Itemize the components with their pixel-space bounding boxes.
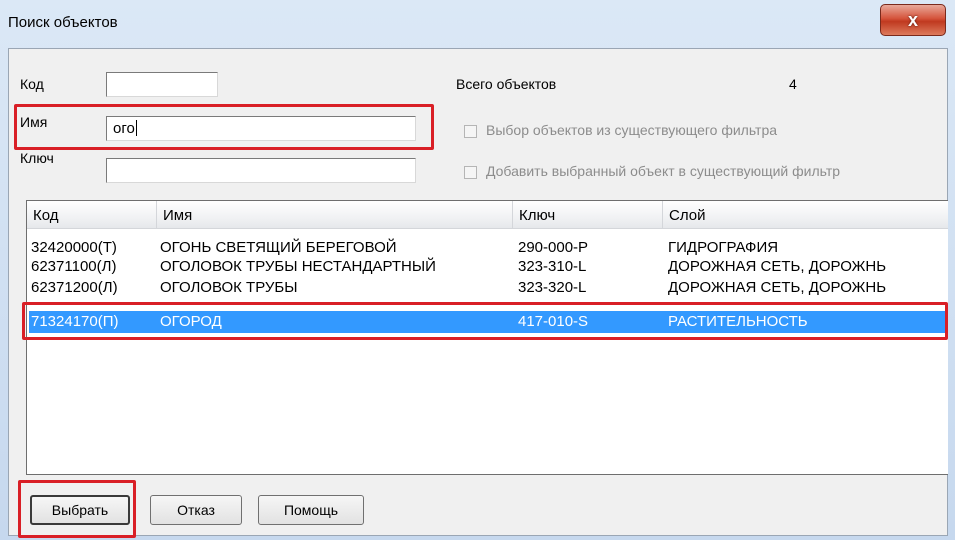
highlight-name-row — [14, 104, 434, 150]
row-2-key[interactable]: 323-320-L — [518, 279, 586, 297]
row-1-name[interactable]: ОГОЛОВОК ТРУБЫ НЕСТАНДАРТНЫЙ — [160, 258, 436, 276]
code-label: Код — [20, 76, 44, 92]
total-objects-label: Всего объектов — [456, 76, 557, 92]
add-to-filter-checkbox[interactable] — [464, 166, 477, 179]
code-field[interactable] — [106, 72, 218, 97]
add-to-filter-checkbox-label: Добавить выбранный объект в существующий… — [486, 163, 841, 179]
title-bar[interactable]: Поиск объектов x — [0, 0, 955, 48]
help-button[interactable]: Помощь — [258, 495, 364, 525]
filter-checkbox-label: Выбор объектов из существующего фильтра — [486, 122, 778, 138]
row-0-code[interactable]: 32420000(Т) — [31, 239, 117, 257]
key-label: Ключ — [20, 150, 54, 166]
close-button[interactable]: x — [880, 4, 946, 36]
row-0-layer[interactable]: ГИДРОГРАФИЯ — [668, 239, 778, 257]
row-1-key[interactable]: 323-310-L — [518, 258, 586, 276]
highlight-selected-row — [22, 302, 948, 340]
column-header-layer[interactable]: Слой — [663, 201, 948, 229]
cancel-button-label: Отказ — [177, 502, 215, 518]
highlight-select-button — [18, 480, 136, 538]
search-objects-window: Поиск объектов x Код Имя ого Ключ Всего … — [0, 0, 955, 540]
row-1-layer[interactable]: ДОРОЖНАЯ СЕТЬ, ДОРОЖНЬ — [668, 258, 886, 276]
help-button-label: Помощь — [283, 502, 339, 518]
filter-checkbox[interactable] — [464, 125, 477, 138]
column-header-name[interactable]: Имя — [157, 201, 513, 229]
key-field[interactable] — [106, 158, 416, 183]
row-2-code[interactable]: 62371200(Л) — [31, 279, 118, 297]
row-2-name[interactable]: ОГОЛОВОК ТРУБЫ — [160, 279, 298, 297]
column-header-key[interactable]: Ключ — [513, 201, 663, 229]
cancel-button[interactable]: Отказ — [150, 495, 242, 525]
row-0-name[interactable]: ОГОНЬ СВЕТЯЩИЙ БЕРЕГОВОЙ — [160, 239, 397, 257]
column-header-code[interactable]: Код — [27, 201, 157, 229]
close-icon: x — [907, 9, 918, 30]
row-2-layer[interactable]: ДОРОЖНАЯ СЕТЬ, ДОРОЖНЬ — [668, 279, 886, 297]
window-title: Поиск объектов — [8, 14, 118, 31]
row-0-key[interactable]: 290-000-Р — [518, 239, 588, 257]
total-objects-value: 4 — [789, 76, 797, 92]
row-1-code[interactable]: 62371100(Л) — [31, 258, 116, 276]
